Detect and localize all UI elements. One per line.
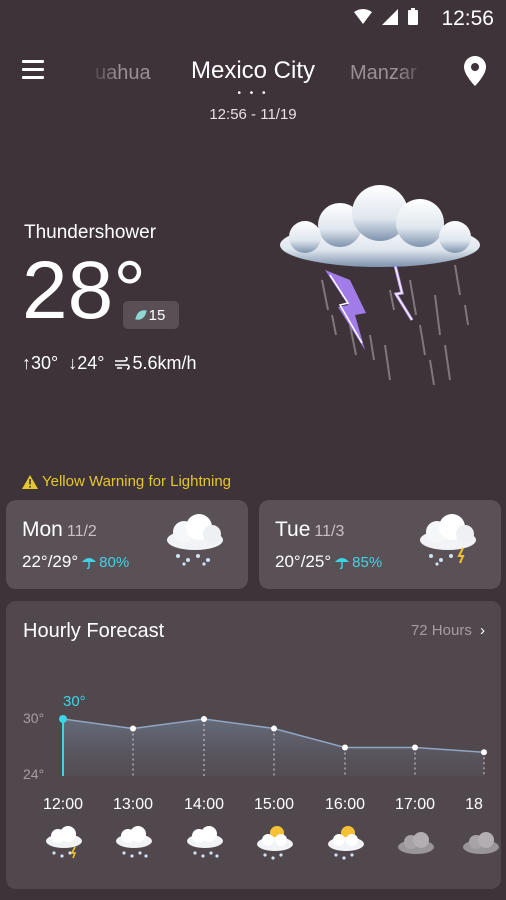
thunder-rain-icon	[46, 826, 82, 859]
status-bar: 12:56	[0, 0, 506, 40]
hour-label: 17:00	[394, 796, 436, 813]
day-temps: 20°/25° 85%	[275, 552, 383, 571]
current-city-title[interactable]: Mexico City	[0, 57, 506, 85]
wind-icon	[115, 356, 131, 370]
rain-icon	[116, 826, 152, 858]
temperature-point	[271, 725, 277, 732]
day-precip: 85%	[352, 553, 383, 571]
day-date: 11/3	[314, 523, 345, 540]
hour-label: 15:00	[253, 796, 295, 813]
wifi-icon	[354, 8, 372, 24]
status-icons	[354, 8, 418, 25]
rain-thunder-cloud-icon	[420, 514, 476, 566]
hour-label: 13:00	[112, 796, 154, 813]
update-datetime: 12:56 - 11/19	[209, 106, 297, 123]
hour-label: 16:00	[324, 796, 366, 813]
temperature-point	[201, 716, 207, 722]
umbrella-icon	[82, 558, 97, 569]
warning-icon	[22, 474, 38, 489]
battery-icon	[408, 8, 418, 25]
daily-card-mon[interactable]: Mon 11/2 22°/29° 80%	[6, 500, 248, 589]
cloudy-icon	[398, 832, 434, 854]
temperature-point	[412, 744, 418, 751]
thunderstorm-cloud-icon	[280, 185, 480, 386]
chevron-right-icon: ›	[480, 622, 485, 639]
leaf-icon	[134, 307, 147, 323]
temperature-point	[481, 749, 487, 756]
fade-mask-right	[398, 58, 428, 88]
hour-label: 18	[465, 796, 483, 813]
sun-rain-icon	[328, 826, 364, 860]
page-indicator: • • •	[237, 88, 269, 99]
wind-speed: 5.6km/h	[132, 353, 197, 373]
day-name: Mon 11/2	[22, 518, 97, 541]
72-hours-label: 72 Hours	[410, 622, 472, 639]
header: uahua Mexico City Manzar • • • 12:56 - 1…	[0, 48, 506, 128]
hourly-temperature-chart	[59, 715, 487, 776]
cloudy-icon	[463, 832, 499, 854]
location-pin-icon[interactable]	[464, 56, 486, 86]
temperature-point	[130, 725, 136, 732]
daily-card-tue[interactable]: Tue 11/3 20°/25° 85%	[259, 500, 501, 589]
hour-label: 12:00	[42, 796, 84, 813]
status-time: 12:56	[441, 7, 494, 30]
sun-rain-icon	[257, 826, 293, 860]
hourly-title: Hourly Forecast	[23, 620, 165, 642]
weather-warning[interactable]: Yellow Warning for Lightning	[22, 473, 231, 490]
current-condition: Thundershower	[24, 222, 157, 243]
day-temps: 22°/29° 80%	[22, 552, 130, 571]
rain-cloud-icon	[167, 514, 223, 566]
rain-icon	[187, 826, 223, 858]
hourly-forecast-card: Hourly Forecast 72 Hours › 30° 30° 24° 1…	[6, 601, 501, 889]
day-precip: 80%	[99, 553, 130, 571]
day-date: 11/2	[66, 523, 97, 540]
warning-text: Yellow Warning for Lightning	[42, 473, 232, 490]
signal-icon	[382, 8, 398, 25]
temperature-point	[342, 744, 348, 751]
day-name: Tue 11/3	[275, 518, 345, 541]
aqi-badge[interactable]: 15	[123, 301, 179, 329]
current-details: ↑30° ↓24° 5.6km/h	[22, 353, 197, 374]
umbrella-icon	[335, 558, 350, 569]
hour-label: 14:00	[183, 796, 225, 813]
aqi-value: 15	[148, 306, 166, 324]
high-temp: ↑30°	[22, 353, 59, 373]
wind-group: 5.6km/h	[114, 353, 197, 374]
low-temp: ↓24°	[68, 353, 105, 373]
72-hours-link[interactable]: 72 Hours ›	[411, 622, 485, 639]
temperature-point	[59, 715, 67, 723]
